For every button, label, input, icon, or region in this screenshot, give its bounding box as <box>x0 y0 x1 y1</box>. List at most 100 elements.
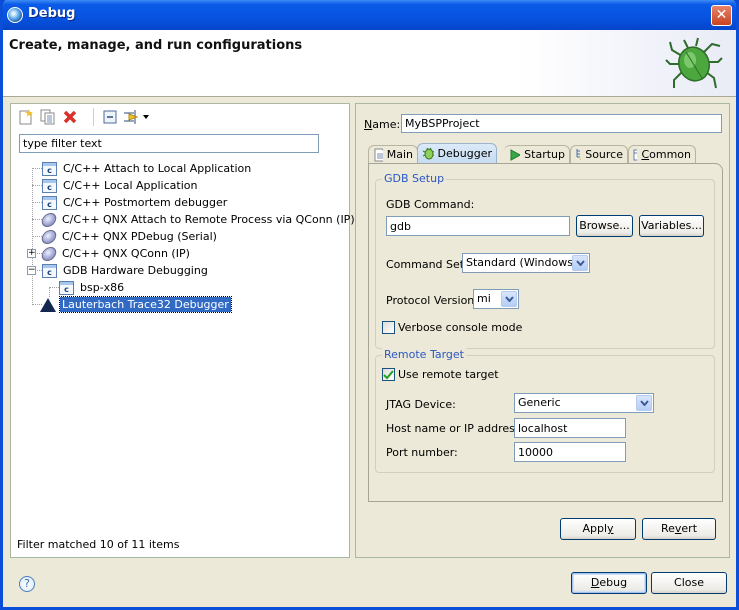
duplicate-configuration-button[interactable] <box>39 108 57 126</box>
tree-item-label: Lauterbach Trace32 Debugger <box>59 296 232 313</box>
gdb-setup-title: GDB Setup <box>382 172 447 185</box>
tree-item[interactable]: c GDB Hardware Debugging <box>32 262 210 279</box>
gdb-command-input[interactable] <box>386 216 570 236</box>
filter-status: Filter matched 10 of 11 items <box>17 538 180 551</box>
tree-item-label: C/C++ QNX Attach to Remote Process via Q… <box>62 213 355 226</box>
tree-item-label: C/C++ Attach to Local Application <box>63 162 252 175</box>
dialog-header-title: Create, manage, and run configurations <box>9 38 303 53</box>
revert-button[interactable]: Revert <box>642 518 716 540</box>
collapse-all-icon <box>103 110 117 124</box>
tab-source[interactable]: Source <box>570 145 628 163</box>
tab-startup[interactable]: Startup <box>504 145 570 163</box>
command-set-select[interactable]: Standard (Windows) <box>462 253 590 273</box>
new-launch-icon <box>19 109 33 125</box>
c-app-icon: c <box>59 280 74 295</box>
tree-item-selected[interactable]: Lauterbach Trace32 Debugger <box>32 296 232 313</box>
remote-target-title: Remote Target <box>382 348 466 361</box>
bug-icon <box>665 37 723 89</box>
host-label: Host name or IP address: <box>386 422 525 435</box>
debugger-tab-icon <box>422 147 434 159</box>
host-input[interactable] <box>514 418 626 438</box>
jtag-device-select[interactable]: Generic <box>514 393 654 413</box>
chevron-down-icon <box>572 255 588 271</box>
command-set-label: Command Set: <box>386 258 468 271</box>
tab-label: Startup <box>524 148 565 161</box>
config-tabs: Main Debugger Startup Source Common <box>368 143 723 163</box>
command-set-value: Standard (Windows) <box>466 256 578 269</box>
verbose-console-checkbox[interactable] <box>382 321 395 334</box>
debug-dialog: Debug ✕ Create, manage, and run configur… <box>0 0 739 610</box>
c-app-icon: c <box>42 161 57 176</box>
eclipse-app-icon <box>7 7 23 23</box>
expand-toggle[interactable]: + <box>27 249 36 258</box>
configuration-toolbar <box>11 104 349 130</box>
tree-item[interactable]: c bsp-x86 <box>49 279 126 296</box>
tree-item-label: C/C++ QNX QConn (IP) <box>62 247 190 260</box>
duplicate-icon <box>40 109 55 125</box>
name-label: Name: <box>364 118 401 131</box>
protocol-version-select[interactable]: mi <box>473 289 519 309</box>
port-input[interactable] <box>514 442 626 462</box>
debugger-tab-content: GDB Setup GDB Command: Browse... Variabl… <box>368 163 723 502</box>
tree-item[interactable]: c C/C++ Local Application <box>32 177 199 194</box>
filter-menu-button[interactable] <box>141 108 151 126</box>
help-icon[interactable]: ? <box>19 576 35 592</box>
checkmark-icon <box>383 369 394 379</box>
source-tab-icon <box>576 148 582 160</box>
apply-button[interactable]: Apply <box>560 518 636 540</box>
filter-input[interactable] <box>19 134 319 153</box>
qnx-icon <box>40 246 58 261</box>
tab-debugger[interactable]: Debugger <box>417 143 497 163</box>
jtag-device-value: Generic <box>518 396 561 409</box>
tree-item[interactable]: c C/C++ Attach to Local Application <box>32 160 253 177</box>
c-app-icon: c <box>42 195 57 210</box>
title-bar[interactable]: Debug ✕ <box>3 0 736 30</box>
dropdown-arrow-icon <box>143 115 149 119</box>
collapse-toggle[interactable]: − <box>27 266 36 275</box>
verbose-console-label: Verbose console mode <box>398 321 523 334</box>
qnx-icon <box>40 212 58 227</box>
tree-item[interactable]: c C/C++ Postmortem debugger <box>32 194 229 211</box>
remote-target-group: Remote Target Use remote target JTAG Dev… <box>375 348 715 473</box>
debug-button[interactable]: Debug <box>571 572 647 594</box>
qnx-icon <box>40 229 58 244</box>
port-label: Port number: <box>386 446 458 459</box>
tree-item[interactable]: C/C++ QNX PDebug (Serial) <box>32 228 219 245</box>
tree-item-label: C/C++ Local Application <box>63 179 198 192</box>
name-input[interactable] <box>401 114 722 133</box>
protocol-version-label: Protocol Version: <box>386 294 478 307</box>
tab-label: Debugger <box>437 147 492 160</box>
tree-item-label: GDB Hardware Debugging <box>63 264 208 277</box>
configuration-list-pane: c C/C++ Attach to Local Application c C/… <box>10 103 355 558</box>
tab-main[interactable]: Main <box>368 145 418 163</box>
filter-configurations-button[interactable] <box>123 108 141 126</box>
filter-icon <box>124 110 139 124</box>
variables-button[interactable]: Variables... <box>639 215 704 237</box>
toolbar-separator <box>93 108 94 126</box>
chevron-down-icon <box>636 395 652 411</box>
tree-item[interactable]: C/C++ QNX QConn (IP) <box>32 245 192 262</box>
c-app-icon: c <box>42 263 57 278</box>
dialog-header: Create, manage, and run configurations <box>3 30 736 97</box>
new-configuration-button[interactable] <box>17 108 35 126</box>
tree-item-label: bsp-x86 <box>80 281 125 294</box>
startup-tab-icon <box>510 148 521 161</box>
tab-label: Main <box>386 148 413 161</box>
use-remote-target-checkbox[interactable] <box>382 368 395 381</box>
configuration-editor-pane: Name: Main Debugger Startup <box>355 103 730 558</box>
tab-common[interactable]: Common <box>628 145 696 163</box>
window-title: Debug <box>28 6 76 21</box>
close-button[interactable]: Close <box>651 572 727 594</box>
chevron-down-icon <box>501 291 517 307</box>
main-tab-icon <box>374 148 383 161</box>
c-app-icon: c <box>42 178 57 193</box>
tab-label: Common <box>641 148 691 161</box>
delete-configuration-button[interactable] <box>61 108 79 126</box>
window-close-button[interactable]: ✕ <box>711 5 732 26</box>
browse-button[interactable]: Browse... <box>576 215 633 237</box>
tree-item[interactable]: C/C++ QNX Attach to Remote Process via Q… <box>32 211 357 228</box>
common-tab-icon <box>633 149 638 160</box>
protocol-version-value: mi <box>477 292 491 305</box>
delete-icon <box>63 110 77 124</box>
collapse-all-button[interactable] <box>101 108 119 126</box>
